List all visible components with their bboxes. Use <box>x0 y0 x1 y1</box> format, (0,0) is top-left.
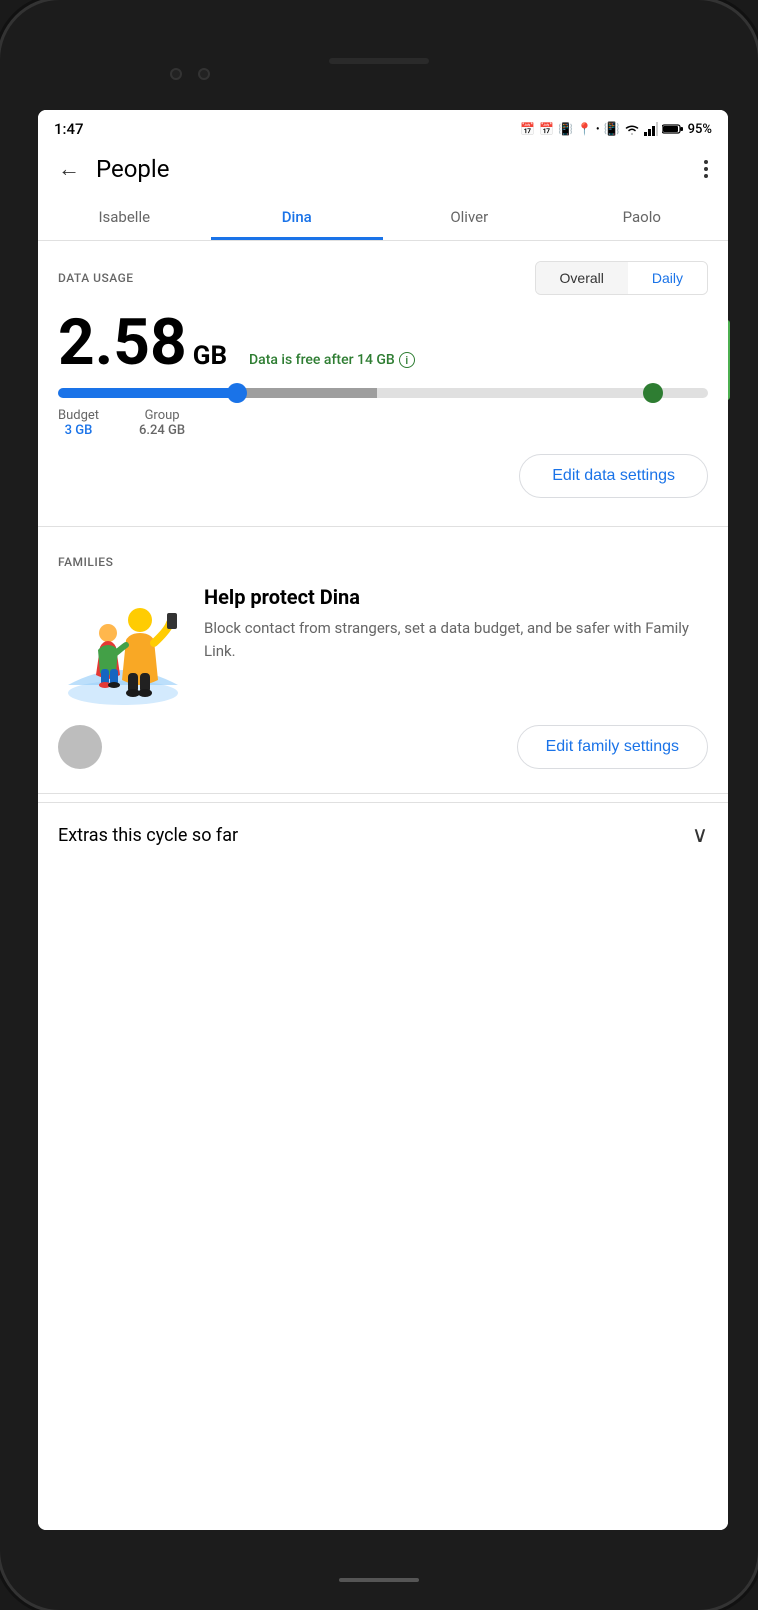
edit-family-settings-button[interactable]: Edit family settings <box>517 725 708 769</box>
budget-label: Budget 3 GB <box>58 408 99 438</box>
group-title: Group <box>145 408 180 423</box>
phone-home-indicator <box>339 1578 419 1582</box>
battery-percent: 95% <box>688 122 712 137</box>
family-actions: Edit family settings <box>58 725 708 769</box>
top-bar: ← People <box>38 144 728 194</box>
tab-isabelle[interactable]: Isabelle <box>38 194 211 240</box>
calendar-icon-2: 📅 <box>539 122 554 136</box>
group-label: Group 6.24 GB <box>139 408 185 438</box>
chevron-down-icon: ∨ <box>692 823 708 848</box>
progress-track <box>58 388 708 398</box>
phone-camera-2 <box>198 68 210 80</box>
progress-gray-fill <box>234 388 377 398</box>
family-toggle-button[interactable] <box>58 725 102 769</box>
toggle-daily-button[interactable]: Daily <box>628 262 707 294</box>
phone-frame: 1:47 📅 📅 📳 📍 • 📳 <box>0 0 758 1610</box>
progress-dot-blue <box>227 383 247 403</box>
page-title: People <box>96 155 169 183</box>
progress-dot-green <box>643 383 663 403</box>
location-icon: 📍 <box>577 122 592 136</box>
families-label: FAMILIES <box>58 555 708 569</box>
families-section: FAMILIES <box>38 535 728 785</box>
data-usage-header: DATA USAGE Overall Daily <box>58 261 708 295</box>
free-data-notice: Data is free after 14 GB i <box>249 352 415 368</box>
budget-title: Budget <box>58 408 99 423</box>
usage-amount: 2.58 GB Data is free after 14 GB i <box>58 311 708 384</box>
clearfix: Edit data settings <box>58 438 708 502</box>
back-button[interactable]: ← <box>54 152 84 186</box>
toggle-overall-button[interactable]: Overall <box>536 262 628 294</box>
family-card: Help protect Dina Block contact from str… <box>58 585 708 705</box>
phone-camera-1 <box>170 68 182 80</box>
status-bar: 1:47 📅 📅 📳 📍 • 📳 <box>38 110 728 144</box>
divider-1 <box>38 526 728 527</box>
phone-screen: 1:47 📅 📅 📳 📍 • 📳 <box>38 110 728 1530</box>
battery-icon <box>662 123 684 135</box>
progress-blue-fill <box>58 388 240 398</box>
family-text: Help protect Dina Block contact from str… <box>204 585 708 662</box>
usage-toggle-group: Overall Daily <box>535 261 708 295</box>
budget-labels: Budget 3 GB Group 6.24 GB <box>58 408 708 438</box>
voicemail-icon: 📳 <box>558 122 573 136</box>
extras-title: Extras this cycle so far <box>58 825 238 846</box>
more-dot-1 <box>704 160 708 164</box>
vibrate-icon: 📳 <box>603 122 619 137</box>
budget-value: 3 GB <box>58 423 99 438</box>
usage-number: 2.58 <box>58 311 187 375</box>
wifi-icon <box>624 122 640 136</box>
more-menu-button[interactable] <box>700 156 712 182</box>
usage-unit: GB <box>193 341 227 371</box>
tabs: Isabelle Dina Oliver Paolo <box>38 194 728 241</box>
divider-2 <box>38 793 728 794</box>
status-right: 📅 📅 📳 📍 • 📳 <box>520 122 712 137</box>
data-usage-section: DATA USAGE Overall Daily 2.58 GB Data is… <box>38 241 728 518</box>
edit-data-settings-button[interactable]: Edit data settings <box>519 454 708 498</box>
phone-speaker <box>329 58 429 64</box>
main-content: DATA USAGE Overall Daily 2.58 GB Data is… <box>38 241 728 1530</box>
data-usage-label: DATA USAGE <box>58 271 134 285</box>
extras-section[interactable]: Extras this cycle so far ∨ <box>38 802 728 868</box>
tab-dina[interactable]: Dina <box>211 194 384 240</box>
family-title: Help protect Dina <box>204 585 708 609</box>
more-dot-3 <box>704 174 708 178</box>
progress-bars <box>58 388 708 398</box>
group-value: 6.24 GB <box>139 423 185 438</box>
tab-paolo[interactable]: Paolo <box>556 194 729 240</box>
family-illustration <box>58 585 188 705</box>
dot-icon: • <box>596 124 600 135</box>
family-desc: Block contact from strangers, set a data… <box>204 617 708 662</box>
more-dot-2 <box>704 167 708 171</box>
top-bar-left: ← People <box>54 152 169 186</box>
status-time: 1:47 <box>54 120 84 138</box>
calendar-icon-1: 📅 <box>520 122 535 136</box>
tab-oliver[interactable]: Oliver <box>383 194 556 240</box>
info-icon[interactable]: i <box>399 352 415 368</box>
signal-icon <box>644 122 658 136</box>
